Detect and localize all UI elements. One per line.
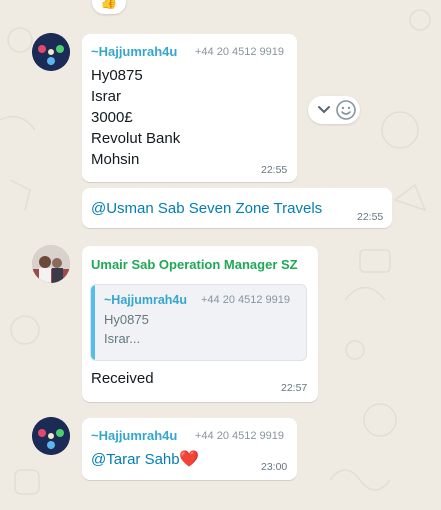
message-bubble[interactable]: ~Hajjumrah4u +44 20 4512 9919 @Tarar Sah… xyxy=(82,418,297,480)
emoji-smile-icon[interactable] xyxy=(334,98,358,122)
quoted-sender: ~Hajjumrah4u xyxy=(104,293,188,307)
mention-link[interactable]: @Tarar Sahb xyxy=(91,451,180,468)
sender-name[interactable]: ~Hajjumrah4u xyxy=(91,428,177,443)
message-line: 3000£ xyxy=(91,109,133,126)
message-time: 23:00 xyxy=(261,461,288,473)
message-time: 22:57 xyxy=(281,382,308,394)
mention-link[interactable]: @Usman Sab Seven Zone Travels xyxy=(91,200,322,217)
avatar[interactable] xyxy=(32,245,70,283)
quoted-line: Israr... xyxy=(104,331,141,346)
group-avatar-icon xyxy=(32,417,70,455)
heart-emoji: ❤️ xyxy=(179,451,199,468)
message-line: Mohsin xyxy=(91,151,140,168)
message-time: 22:55 xyxy=(357,211,384,223)
thumbs-up-emoji: 👍 xyxy=(100,0,118,9)
group-avatar-icon xyxy=(32,33,70,71)
message-time: 22:55 xyxy=(261,164,288,176)
message-bubble[interactable]: @Usman Sab Seven Zone Travels 22:55 xyxy=(82,188,392,228)
message-line: Hy0875 xyxy=(91,67,143,84)
avatar[interactable] xyxy=(32,417,70,455)
quoted-phone: +44 20 4512 9919 xyxy=(201,294,291,306)
message-text: Received xyxy=(91,370,154,387)
person-avatar-icon xyxy=(32,245,70,283)
quoted-message[interactable]: ~Hajjumrah4u +44 20 4512 9919 Hy0875 Isr… xyxy=(90,284,307,361)
avatar[interactable] xyxy=(32,33,70,71)
chevron-down-icon[interactable] xyxy=(314,96,334,124)
message-bubble[interactable]: Umair Sab Operation Manager SZ ~Hajjumra… xyxy=(82,246,318,402)
message-line: Israr xyxy=(91,88,121,105)
message-line: Revolut Bank xyxy=(91,130,181,147)
sender-name[interactable]: ~Hajjumrah4u xyxy=(91,44,177,59)
sender-name[interactable]: Umair Sab Operation Manager SZ xyxy=(91,257,298,272)
sender-phone: +44 20 4512 9919 xyxy=(195,46,285,58)
message-hover-controls xyxy=(308,96,360,124)
quoted-line: Hy0875 xyxy=(104,312,149,327)
quote-accent-bar xyxy=(91,285,95,360)
message-bubble[interactable]: ~Hajjumrah4u +44 20 4512 9919 Hy0875 Isr… xyxy=(82,34,297,182)
sender-phone: +44 20 4512 9919 xyxy=(195,430,285,442)
